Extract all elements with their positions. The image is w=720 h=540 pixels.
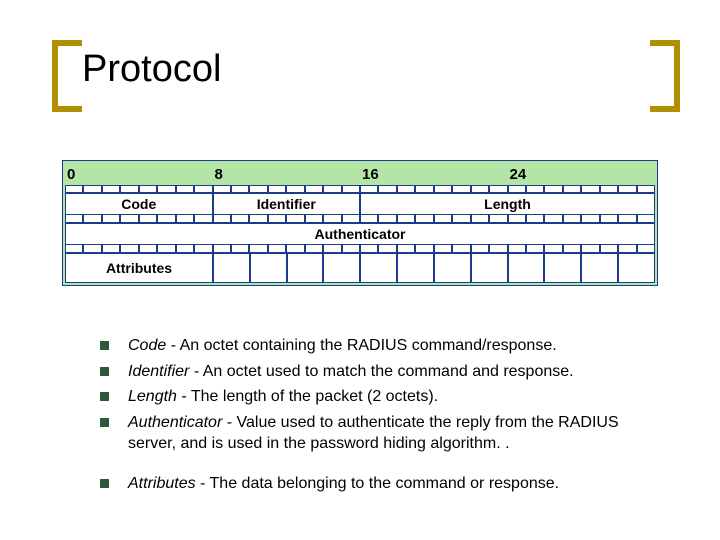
- bullet-icon: [100, 341, 109, 350]
- diagram-row-1: Code Identifier Length: [65, 193, 655, 215]
- list-item: Code - An octet containing the RADIUS co…: [100, 335, 670, 357]
- bullet-term: Authenticator: [128, 414, 222, 431]
- bullet-term: Code: [128, 337, 166, 354]
- list-item: Attributes - The data belonging to the c…: [100, 473, 670, 495]
- field-identifier: Identifier: [213, 193, 361, 215]
- bit-grid: [65, 185, 655, 193]
- bullet-term: Length: [128, 388, 177, 405]
- field-authenticator: Authenticator: [65, 223, 655, 245]
- bracket-right-icon: [650, 40, 680, 112]
- bit-grid: [65, 215, 655, 223]
- bullet-icon: [100, 418, 109, 427]
- slide: Protocol 0 8 16 24 Code: [0, 0, 720, 540]
- bullet-icon: [100, 479, 109, 488]
- bullet-icon: [100, 367, 109, 376]
- list-item: Identifier - An octet used to match the …: [100, 361, 670, 383]
- bullet-list: Code - An octet containing the RADIUS co…: [100, 335, 670, 499]
- bullet-text: - The length of the packet (2 octets).: [177, 388, 438, 405]
- ruler-tick: 16: [360, 166, 508, 183]
- ruler-tick: 0: [65, 166, 213, 183]
- bullet-text: - The data belonging to the command or r…: [196, 475, 559, 492]
- bracket-left-icon: [52, 40, 82, 112]
- ruler-tick: 8: [213, 166, 361, 183]
- bullet-text: - An octet used to match the command and…: [189, 363, 573, 380]
- bullet-text: - An octet containing the RADIUS command…: [166, 337, 556, 354]
- page-title: Protocol: [82, 48, 221, 91]
- title-area: Protocol: [52, 40, 680, 112]
- diagram-row-2: Authenticator: [65, 223, 655, 245]
- bullet-term: Identifier: [128, 363, 189, 380]
- field-attributes: Attributes: [65, 253, 213, 283]
- list-item: Authenticator - Value used to authentica…: [100, 412, 670, 455]
- bullet-term: Attributes: [128, 475, 196, 492]
- ruler-tick: 24: [508, 166, 656, 183]
- list-item: Length - The length of the packet (2 oct…: [100, 386, 670, 408]
- field-length: Length: [360, 193, 655, 215]
- bit-grid: [65, 245, 655, 253]
- diagram-row-3: Attributes: [65, 253, 655, 283]
- field-code: Code: [65, 193, 213, 215]
- field-attributes-rest: [213, 253, 655, 283]
- bit-ruler: 0 8 16 24: [65, 163, 655, 185]
- bullet-icon: [100, 392, 109, 401]
- packet-diagram: 0 8 16 24 Code Identifier Length: [62, 160, 658, 286]
